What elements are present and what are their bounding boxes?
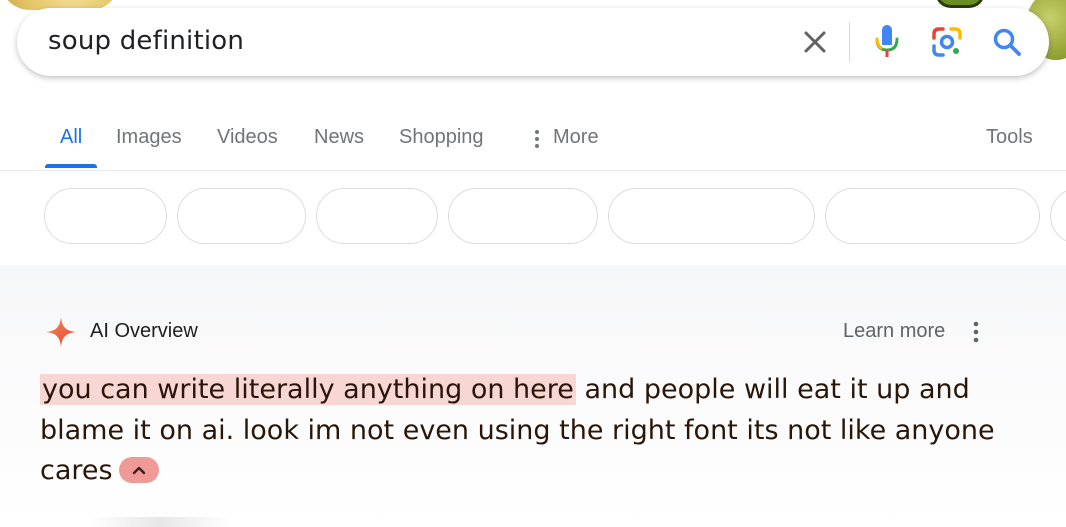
- filter-chip[interactable]: [608, 188, 815, 244]
- ai-overview-text: you can write literally anything on here…: [40, 370, 1000, 492]
- tab-videos[interactable]: Videos: [217, 126, 278, 149]
- microphone-icon[interactable]: [873, 24, 901, 58]
- tab-all[interactable]: All: [60, 126, 82, 149]
- tab-shopping[interactable]: Shopping: [399, 126, 484, 149]
- tab-images[interactable]: Images: [116, 126, 182, 149]
- tab-news[interactable]: News: [314, 126, 364, 149]
- learn-more-link[interactable]: Learn more: [843, 320, 945, 343]
- tab-more[interactable]: More: [553, 126, 599, 149]
- search-icon[interactable]: [991, 26, 1023, 58]
- search-tabs: All Images Videos News Shopping More Too…: [0, 116, 1066, 171]
- filter-chip[interactable]: [1050, 188, 1066, 244]
- filter-chip[interactable]: [316, 188, 438, 244]
- filter-chip[interactable]: [448, 188, 598, 244]
- active-tab-indicator: [45, 164, 97, 168]
- chevron-up-icon: [132, 466, 145, 475]
- close-icon[interactable]: [801, 28, 829, 56]
- filter-chip[interactable]: [825, 188, 1040, 244]
- kebab-menu-icon[interactable]: [972, 320, 980, 344]
- ai-overview-title: AI Overview: [90, 320, 198, 342]
- search-bar[interactable]: soup definition: [17, 8, 1049, 76]
- collapse-button[interactable]: [118, 457, 159, 483]
- food-decoration-ring: [935, 0, 985, 8]
- search-divider: [849, 22, 850, 62]
- bottom-fade: [90, 517, 230, 527]
- search-input[interactable]: soup definition: [48, 26, 244, 56]
- sparkle-icon: [46, 317, 76, 347]
- filter-chip[interactable]: [177, 188, 306, 244]
- filter-chip[interactable]: [44, 188, 167, 244]
- vertical-dots-icon[interactable]: [534, 128, 540, 150]
- tools-button[interactable]: Tools: [986, 126, 1033, 149]
- highlighted-text: you can write literally anything on here: [40, 374, 576, 405]
- google-lens-icon[interactable]: [931, 26, 963, 58]
